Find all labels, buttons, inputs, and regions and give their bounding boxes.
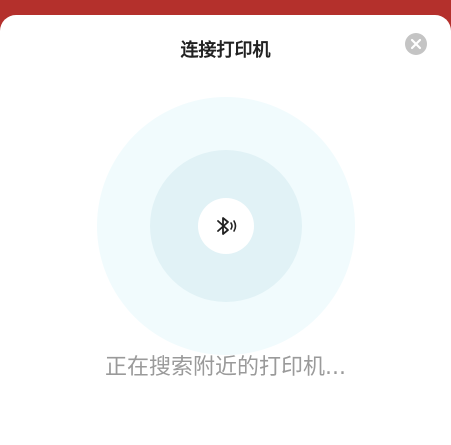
bluetooth-searching-icon [217, 217, 237, 235]
close-icon [410, 38, 422, 50]
dialog-title: 连接打印机 [180, 40, 271, 61]
bluetooth-button [198, 198, 254, 254]
searching-status-text: 正在搜索附近的打印机... [105, 355, 346, 380]
close-button[interactable] [405, 33, 427, 55]
